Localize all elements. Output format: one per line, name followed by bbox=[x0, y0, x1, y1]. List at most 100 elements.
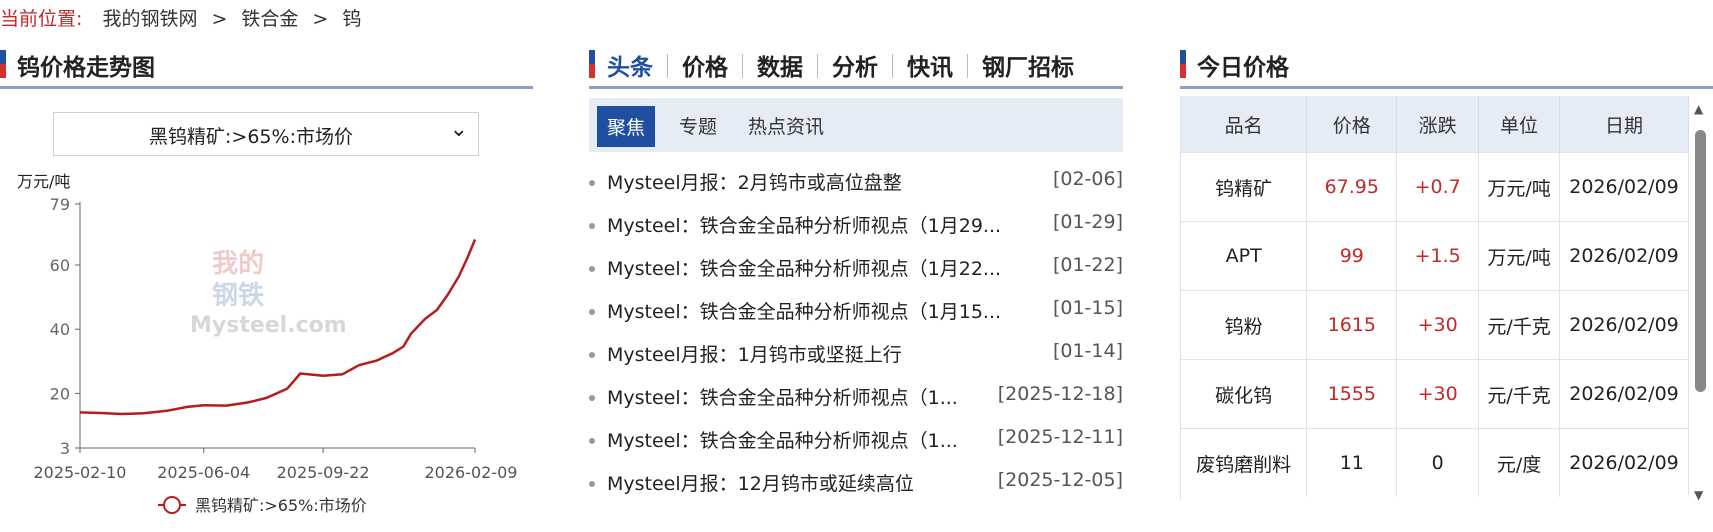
list-item[interactable]: Mysteel月报：1月钨市或坚挺上行 [01-14] bbox=[589, 334, 1123, 377]
x-tick-label: 2025-06-04 bbox=[157, 463, 250, 482]
list-item[interactable]: Mysteel：铁合金全品种分析师视点（1月29... [01-29] bbox=[589, 205, 1123, 248]
legend-label: 黑钨精矿:>65%:市场价 bbox=[195, 496, 367, 515]
table-row[interactable]: APT 99 +1.5 万元/吨 2026/02/09 bbox=[1181, 221, 1689, 291]
tab-divider bbox=[742, 54, 743, 78]
product-name[interactable]: 废钨磨削料 bbox=[1181, 428, 1308, 497]
watermark-brand: Mysteel.com bbox=[190, 313, 347, 338]
news-date: [01-14] bbox=[1052, 340, 1123, 362]
list-item[interactable]: Mysteel月报：12月钨市或延续高位 [2025-12-05] bbox=[589, 463, 1123, 506]
tab-mill-tenders[interactable]: 钢厂招标 bbox=[982, 48, 1074, 82]
price-section-header: 今日价格 bbox=[1180, 48, 1713, 89]
bullet-icon bbox=[589, 309, 595, 315]
bullet-icon bbox=[589, 438, 595, 444]
chart-legend[interactable]: 黑钨精矿:>65%:市场价 bbox=[158, 496, 367, 515]
scrollbar-thumb[interactable] bbox=[1695, 130, 1706, 392]
price-series-select-value: 黑钨精矿:>65%:市场价 bbox=[149, 126, 353, 148]
product-name[interactable]: 钨粉 bbox=[1181, 290, 1308, 360]
chevron-down-icon: ⌄ bbox=[449, 117, 468, 142]
column-header: 涨跌 bbox=[1396, 96, 1480, 153]
scroll-up-arrow-icon[interactable]: ▲ bbox=[1694, 102, 1703, 116]
price-change: +30 bbox=[1396, 290, 1480, 360]
price-date: 2026/02/09 bbox=[1559, 428, 1689, 497]
news-title[interactable]: Mysteel月报：1月钨市或坚挺上行 bbox=[607, 340, 902, 367]
tab-analysis[interactable]: 分析 bbox=[832, 48, 878, 82]
table-row[interactable]: 碳化钨 1555 +30 元/千克 2026/02/09 bbox=[1181, 359, 1689, 429]
price-change: 0 bbox=[1396, 428, 1480, 497]
y-tick-label: 20 bbox=[50, 384, 70, 403]
table-row[interactable]: 钨粉 1615 +30 元/千克 2026/02/09 bbox=[1181, 290, 1689, 360]
column-header: 单位 bbox=[1478, 96, 1561, 153]
product-name[interactable]: 钨精矿 bbox=[1181, 152, 1308, 222]
news-title[interactable]: Mysteel：铁合金全品种分析师视点（1月15... bbox=[607, 297, 1001, 324]
price-value: 11 bbox=[1306, 428, 1398, 497]
list-item[interactable]: Mysteel：铁合金全品种分析师视点（1月15... [01-15] bbox=[589, 291, 1123, 334]
news-title[interactable]: Mysteel月报：2月钨市或高位盘整 bbox=[607, 168, 902, 195]
list-item[interactable]: Mysteel：铁合金全品种分析师视点（1... [2025-12-11] bbox=[589, 420, 1123, 463]
y-tick-label: 60 bbox=[50, 256, 70, 275]
tab-headlines[interactable]: 头条 bbox=[607, 48, 653, 82]
news-title[interactable]: Mysteel：铁合金全品种分析师视点（1... bbox=[607, 383, 958, 410]
section-accent-bar bbox=[589, 50, 595, 78]
price-table: 品名 价格 涨跌 单位 日期 钨精矿 67.95 +0.7 万元/吨 2026/… bbox=[1181, 96, 1689, 497]
price-unit: 万元/吨 bbox=[1478, 152, 1561, 222]
breadcrumb-lead: 当前位置: bbox=[0, 8, 83, 30]
product-name[interactable]: APT bbox=[1181, 221, 1308, 291]
price-value: 67.95 bbox=[1306, 152, 1398, 222]
x-tick-label: 2026-02-09 bbox=[425, 463, 518, 482]
price-table-scrollbar[interactable]: ▲ ▼ bbox=[1691, 100, 1709, 504]
section-accent-bar bbox=[0, 50, 6, 78]
price-date: 2026/02/09 bbox=[1559, 290, 1689, 360]
bullet-icon bbox=[589, 395, 595, 401]
y-tick-label: 79 bbox=[50, 195, 70, 214]
chart-section-title: 钨价格走势图 bbox=[17, 55, 155, 81]
breadcrumb-item-ferroalloy[interactable]: 铁合金 bbox=[241, 8, 298, 30]
list-item[interactable]: Mysteel月报：2月钨市或高位盘整 [02-06] bbox=[589, 162, 1123, 205]
list-item[interactable]: Mysteel：铁合金全品种分析师视点（1... [2025-12-18] bbox=[589, 377, 1123, 420]
bullet-icon bbox=[589, 223, 595, 229]
news-date: [01-22] bbox=[1052, 254, 1123, 276]
y-tick-label: 3 bbox=[60, 439, 70, 458]
news-title[interactable]: Mysteel：铁合金全品种分析师视点（1月22... bbox=[607, 254, 1001, 281]
table-header-row: 品名 价格 涨跌 单位 日期 bbox=[1181, 96, 1689, 153]
tab-divider bbox=[892, 54, 893, 78]
price-value: 1555 bbox=[1306, 359, 1398, 429]
chart-section-header: 钨价格走势图 bbox=[0, 48, 533, 89]
scroll-down-arrow-icon[interactable]: ▼ bbox=[1694, 488, 1703, 502]
news-title[interactable]: Mysteel：铁合金全品种分析师视点（1月29... bbox=[607, 211, 1001, 238]
news-title[interactable]: Mysteel月报：12月钨市或延续高位 bbox=[607, 469, 914, 496]
breadcrumb-item-home[interactable]: 我的钢铁网 bbox=[102, 8, 197, 30]
news-date: [2025-12-05] bbox=[997, 469, 1123, 491]
news-date: [01-15] bbox=[1052, 297, 1123, 319]
price-section-title: 今日价格 bbox=[1197, 55, 1289, 81]
breadcrumb: 当前位置: 我的钢铁网 > 铁合金 > 钨 bbox=[0, 4, 361, 31]
price-value: 1615 bbox=[1306, 290, 1398, 360]
tab-data[interactable]: 数据 bbox=[757, 48, 803, 82]
mysteel-watermark: 我的 钢铁 Mysteel.com bbox=[190, 248, 347, 338]
column-header: 价格 bbox=[1306, 96, 1398, 153]
table-row[interactable]: 钨精矿 67.95 +0.7 万元/吨 2026/02/09 bbox=[1181, 152, 1689, 222]
price-change: +30 bbox=[1396, 359, 1480, 429]
news-subtab-bar: 聚焦 专题 热点资讯 bbox=[589, 98, 1123, 152]
legend-marker-icon bbox=[163, 496, 181, 514]
table-row[interactable]: 废钨磨削料 11 0 元/度 2026/02/09 bbox=[1181, 428, 1689, 497]
column-header: 日期 bbox=[1559, 96, 1689, 153]
news-list: Mysteel月报：2月钨市或高位盘整 [02-06] Mysteel：铁合金全品… bbox=[589, 162, 1123, 506]
news-date: [01-29] bbox=[1052, 211, 1123, 233]
tab-divider bbox=[967, 54, 968, 78]
breadcrumb-separator: > bbox=[211, 8, 228, 30]
watermark-line1: 我的 bbox=[212, 248, 264, 279]
list-item[interactable]: Mysteel：铁合金全品种分析师视点（1月22... [01-22] bbox=[589, 248, 1123, 291]
price-unit: 元/千克 bbox=[1478, 290, 1561, 360]
price-table-container: 品名 价格 涨跌 单位 日期 钨精矿 67.95 +0.7 万元/吨 2026/… bbox=[1180, 96, 1689, 500]
breadcrumb-separator: > bbox=[312, 8, 329, 30]
news-date: [02-06] bbox=[1052, 168, 1123, 190]
product-name[interactable]: 碳化钨 bbox=[1181, 359, 1308, 429]
news-title[interactable]: Mysteel：铁合金全品种分析师视点（1... bbox=[607, 426, 958, 453]
subtab-hot-news[interactable]: 热点资讯 bbox=[748, 112, 824, 139]
subtab-topics[interactable]: 专题 bbox=[679, 112, 717, 139]
tab-flash-news[interactable]: 快讯 bbox=[907, 48, 953, 82]
price-series-select[interactable]: 黑钨精矿:>65%:市场价 ⌄ bbox=[53, 112, 479, 156]
subtab-focus[interactable]: 聚焦 bbox=[597, 106, 656, 147]
tab-prices[interactable]: 价格 bbox=[682, 48, 728, 82]
price-unit: 元/度 bbox=[1478, 428, 1561, 497]
